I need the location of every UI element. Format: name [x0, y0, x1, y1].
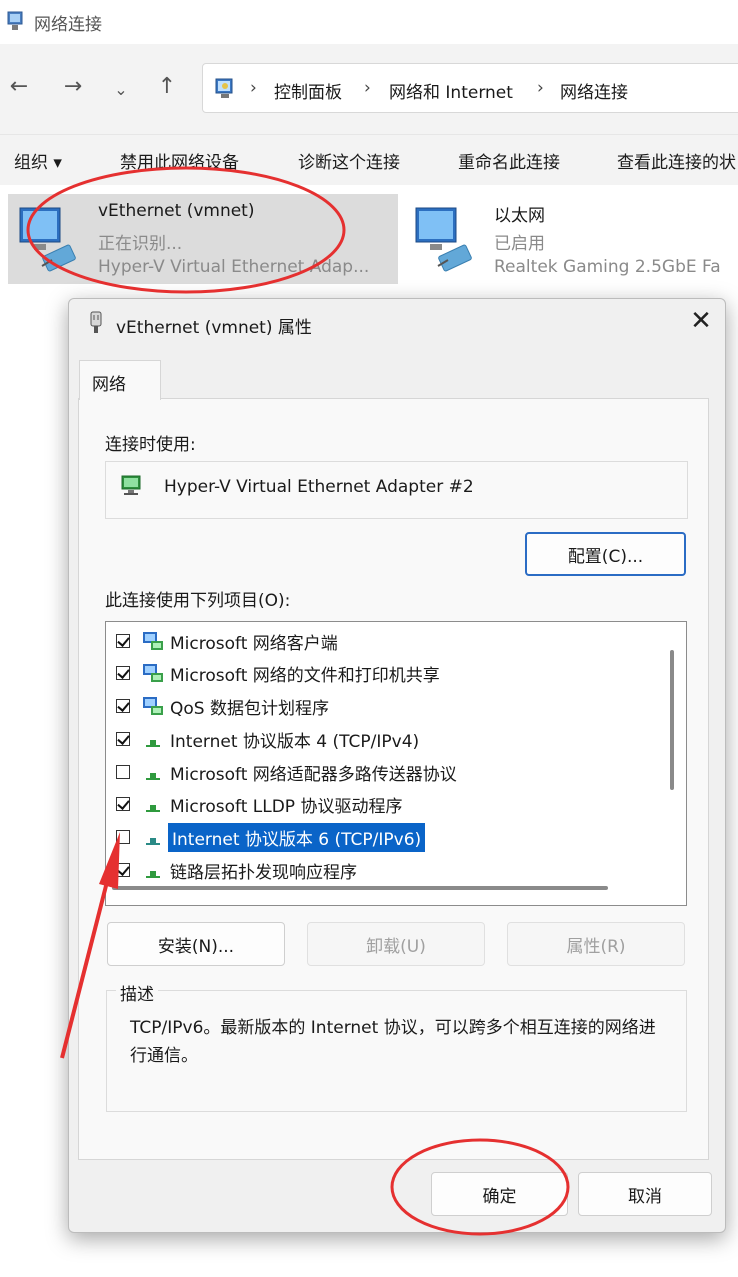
- adapter-name: vEthernet (vmnet): [98, 201, 255, 221]
- list-item[interactable]: Microsoft 网络客户端: [116, 626, 338, 656]
- protocol-icon: [142, 794, 164, 814]
- tab-network-label: 网络: [92, 375, 126, 395]
- qos-icon: [142, 696, 164, 716]
- list-item[interactable]: 链路层拓扑发现响应程序: [116, 855, 357, 885]
- breadcrumb-network-internet[interactable]: 网络和 Internet: [389, 78, 513, 103]
- protocol-icon: [142, 762, 164, 782]
- checkbox[interactable]: [116, 765, 130, 779]
- description-text: TCP/IPv6。最新版本的 Internet 协议，可以跨多个相互连接的网络进…: [130, 1018, 656, 1066]
- checkbox[interactable]: [116, 797, 130, 811]
- title-bar: [0, 0, 738, 44]
- configure-button[interactable]: 配置(C)...: [525, 532, 686, 576]
- vertical-scrollbar[interactable]: [670, 650, 674, 790]
- view-status-button[interactable]: 查看此连接的状: [617, 148, 736, 173]
- network-adapter-icon: [16, 200, 80, 272]
- list-item-label: QoS 数据包计划程序: [170, 698, 329, 719]
- chevron-down-icon[interactable]: ⌄: [106, 80, 136, 99]
- network-adapter-icon: [412, 200, 476, 272]
- list-item-label: Microsoft LLDP 协议驱动程序: [170, 796, 403, 817]
- file-share-icon: [142, 663, 164, 683]
- list-item-label: Microsoft 网络客户端: [170, 633, 338, 654]
- disable-device-button[interactable]: 禁用此网络设备: [120, 148, 239, 173]
- adapter-status: 正在识别...: [98, 234, 183, 254]
- forward-arrow-icon[interactable]: →: [58, 74, 88, 99]
- list-item-label: Internet 协议版本 4 (TCP/IPv4): [170, 731, 420, 752]
- checkbox[interactable]: [116, 863, 130, 877]
- breadcrumb-separator: ›: [364, 78, 371, 98]
- checkbox[interactable]: [116, 666, 130, 680]
- list-item[interactable]: Internet 协议版本 4 (TCP/IPv4): [116, 724, 419, 754]
- rename-connection-button[interactable]: 重命名此连接: [458, 148, 560, 173]
- list-item-label: 链路层拓扑发现响应程序: [170, 862, 357, 883]
- list-item-label: Microsoft 网络的文件和打印机共享: [170, 665, 440, 686]
- list-item[interactable]: QoS 数据包计划程序: [116, 691, 329, 721]
- list-item[interactable]: Microsoft 网络的文件和打印机共享: [116, 658, 440, 688]
- checkbox[interactable]: [116, 634, 130, 648]
- adapter-device: Realtek Gaming 2.5GbE Fa: [494, 257, 721, 277]
- dialog-title: vEthernet (vmnet) 属性: [116, 318, 312, 338]
- horizontal-scrollbar[interactable]: [112, 886, 608, 890]
- adapter-device: Hyper-V Virtual Ethernet Adap...: [98, 257, 370, 277]
- control-panel-icon: [212, 76, 238, 102]
- ethernet-plug-icon: [88, 310, 104, 334]
- uninstall-button[interactable]: 卸载(U): [307, 922, 485, 966]
- components-list[interactable]: Microsoft 网络客户端 Microsoft 网络的文件和打印机共享 Qo…: [105, 621, 687, 906]
- checkbox[interactable]: [116, 732, 130, 746]
- adapter-status: 已启用: [494, 234, 545, 254]
- list-item[interactable]: Microsoft LLDP 协议驱动程序: [116, 789, 402, 819]
- breadcrumb-separator: ›: [250, 78, 257, 98]
- back-arrow-icon[interactable]: ←: [4, 74, 34, 99]
- install-button[interactable]: 安装(N)...: [107, 922, 285, 966]
- list-item-label: Microsoft 网络适配器多路传送器协议: [170, 764, 457, 785]
- diagnose-connection-button[interactable]: 诊断这个连接: [298, 148, 400, 173]
- list-item-label: Internet 协议版本 6 (TCP/IPv6): [168, 822, 426, 852]
- organize-menu[interactable]: 组织 ▾: [14, 148, 62, 173]
- description-label: 描述: [116, 980, 158, 1005]
- checkbox[interactable]: [116, 830, 130, 844]
- network-adapter-icon: [120, 474, 146, 498]
- window-title: 网络连接: [34, 15, 102, 35]
- connect-using-label: 连接时使用:: [105, 435, 196, 455]
- adapter-name[interactable]: 以太网: [494, 201, 545, 226]
- close-icon[interactable]: ✕: [686, 306, 716, 336]
- breadcrumb-control-panel[interactable]: 控制面板: [274, 78, 342, 103]
- list-item-selected[interactable]: Internet 协议版本 6 (TCP/IPv6): [116, 822, 426, 852]
- protocol-icon: [142, 860, 164, 880]
- list-item[interactable]: Microsoft 网络适配器多路传送器协议: [116, 757, 457, 787]
- adapter-name: Hyper-V Virtual Ethernet Adapter #2: [164, 477, 474, 497]
- checkbox[interactable]: [116, 699, 130, 713]
- breadcrumb-separator: ›: [537, 78, 544, 98]
- network-client-icon: [142, 631, 164, 651]
- cancel-button[interactable]: 取消: [578, 1172, 712, 1216]
- network-connections-icon: [6, 10, 26, 32]
- items-list-label: 此连接使用下列项目(O):: [105, 591, 291, 611]
- ok-button[interactable]: 确定: [431, 1172, 568, 1216]
- breadcrumb-network-connections[interactable]: 网络连接: [560, 78, 628, 103]
- protocol-icon: [142, 729, 164, 749]
- up-arrow-icon[interactable]: ↑: [152, 74, 182, 99]
- properties-button[interactable]: 属性(R): [507, 922, 685, 966]
- protocol-icon: [142, 827, 164, 847]
